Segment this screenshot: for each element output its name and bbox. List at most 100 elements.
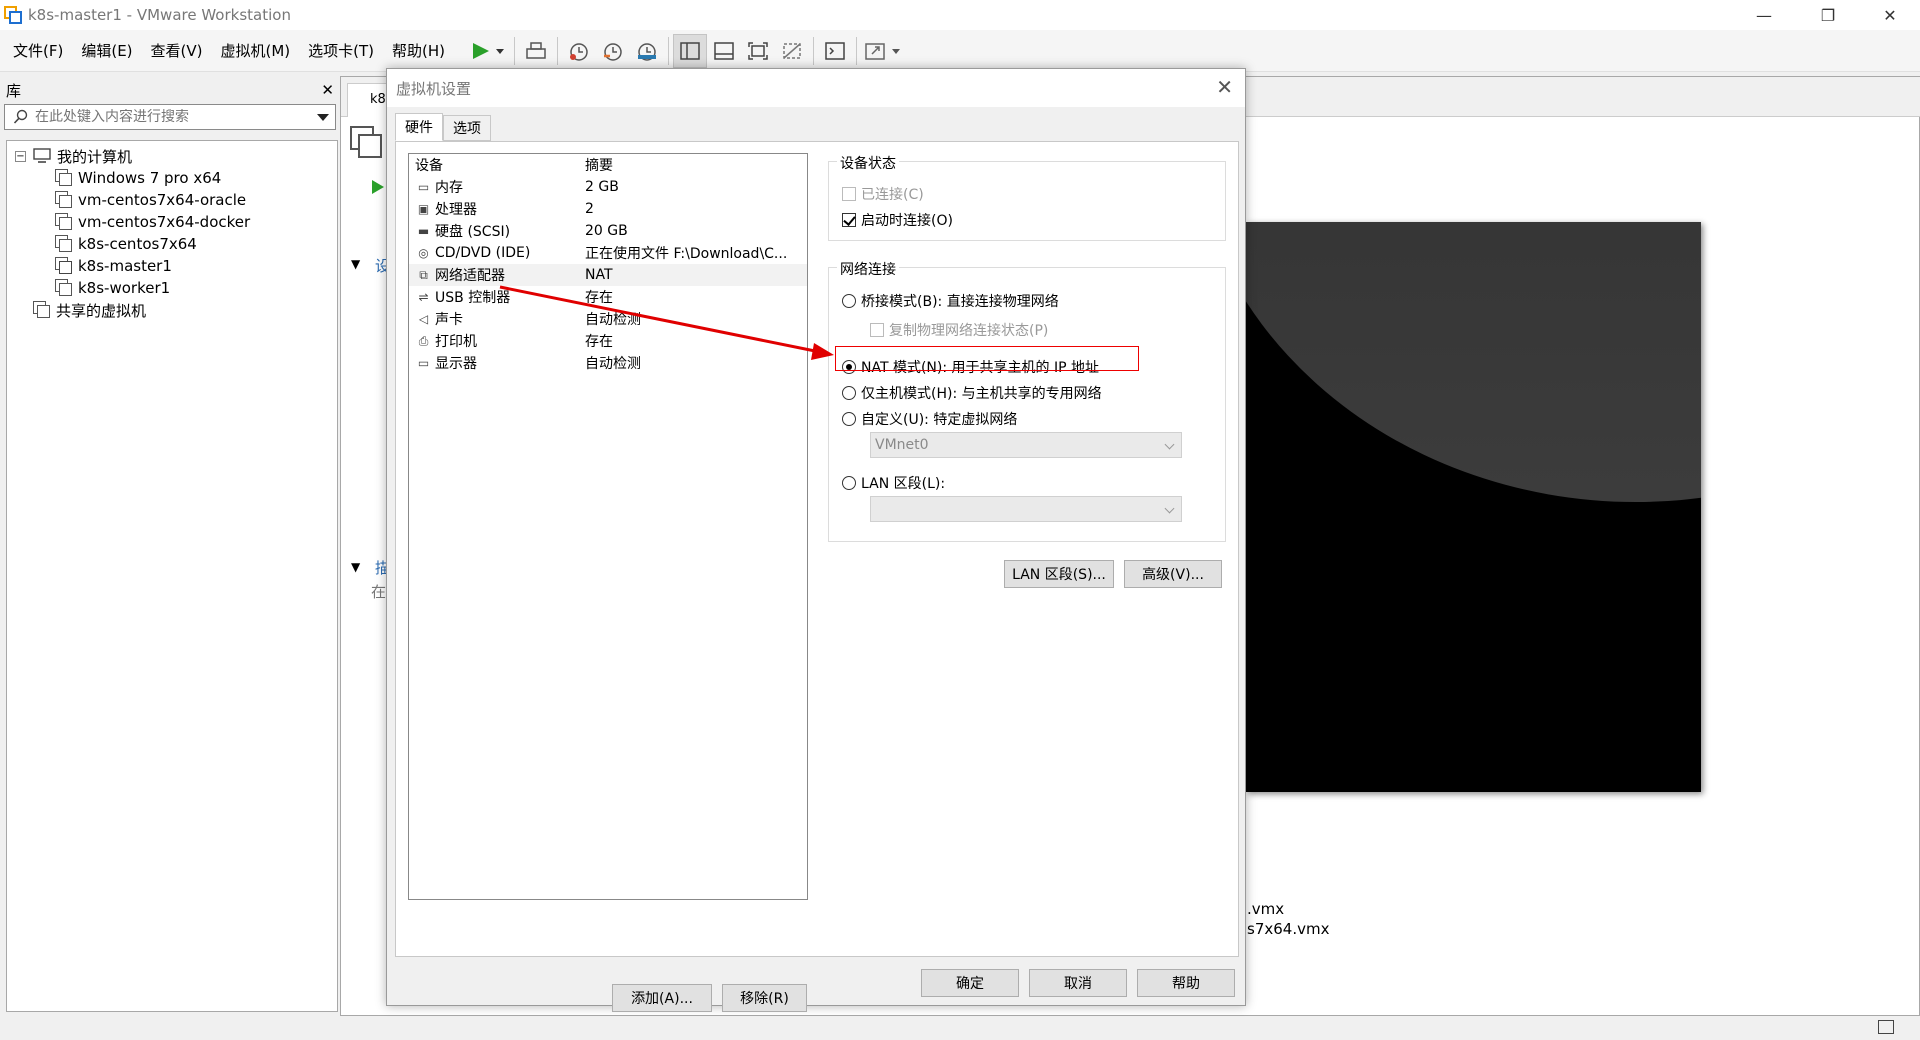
radio-unselected xyxy=(842,294,856,308)
column-device[interactable]: 设备 xyxy=(409,155,585,175)
add-hardware-button[interactable]: 添加(A)... xyxy=(612,984,712,1012)
menu-help[interactable]: 帮助(H) xyxy=(383,30,454,72)
menu-vm[interactable]: 虚拟机(M) xyxy=(212,30,300,72)
play-icon xyxy=(473,42,505,59)
menu-edit[interactable]: 编辑(E) xyxy=(72,30,141,72)
checkbox-unchecked xyxy=(870,323,884,337)
custom-network-select[interactable]: VMnet0 xyxy=(870,432,1182,458)
vm-icon xyxy=(55,279,73,297)
monitor-icon: ▭ xyxy=(417,356,430,370)
snapshot-icon xyxy=(570,42,588,61)
device-name: 显示器 xyxy=(435,356,477,372)
replicate-state-checkbox[interactable]: 复制物理网络连接状态(P) xyxy=(870,320,1048,340)
host-only-radio[interactable]: 仅主机模式(H): 与主机共享的专用网络 xyxy=(842,383,1102,403)
device-summary: 正在使用文件 F:\Download\C... xyxy=(585,246,788,262)
fullscreen-button[interactable] xyxy=(741,34,775,68)
advanced-button[interactable]: 高级(V)... xyxy=(1124,560,1222,588)
tree-node-vm[interactable]: Windows 7 pro x64 xyxy=(7,167,337,189)
lan-segment-select[interactable] xyxy=(870,496,1182,522)
tree-node-vm[interactable]: vm-centos7x64-oracle xyxy=(7,189,337,211)
vm-tab[interactable]: k8 xyxy=(347,83,387,117)
collapse-icon[interactable]: − xyxy=(15,150,26,162)
search-input[interactable] xyxy=(35,109,315,125)
connect-at-power-on-checkbox[interactable]: 启动时连接(O) xyxy=(842,210,953,230)
library-panel: 库 ✕ − 我的计算机 Windows 7 pro x64 vm-centos7… xyxy=(0,76,340,1016)
connected-checkbox[interactable]: 已连接(C) xyxy=(842,184,924,204)
device-list-header: 设备 摘要 xyxy=(409,154,807,176)
device-name: 网络适配器 xyxy=(435,268,505,284)
device-row[interactable]: ⇌ USB 控制器 存在 xyxy=(409,286,807,308)
keyboard-icon xyxy=(526,41,546,59)
stretch-guest-button[interactable] xyxy=(861,34,907,68)
dialog-tabs: 硬件 选项 xyxy=(395,113,491,141)
lan-segment-radio[interactable]: LAN 区段(L): xyxy=(842,473,945,493)
library-close-icon[interactable]: ✕ xyxy=(321,81,334,99)
minimize-icon[interactable]: — xyxy=(1736,0,1792,30)
tree-node-vm[interactable]: k8s-worker1 xyxy=(7,277,337,299)
status-bar xyxy=(0,1016,1920,1040)
device-row[interactable]: ⎙ 打印机 存在 xyxy=(409,330,807,352)
tree-node-vm[interactable]: k8s-centos7x64 xyxy=(7,233,337,255)
network-connection-label: 网络连接 xyxy=(837,259,899,279)
harddisk-icon: ▬ xyxy=(417,224,430,238)
message-log-icon[interactable] xyxy=(1878,1020,1894,1034)
config-file-line1: .vmx xyxy=(1247,900,1285,918)
radio-unselected xyxy=(842,412,856,426)
menu-view[interactable]: 查看(V) xyxy=(142,30,212,72)
section-collapse-icon[interactable]: ▼ xyxy=(351,560,360,574)
custom-network-radio[interactable]: 自定义(U): 特定虚拟网络 xyxy=(842,409,1017,429)
device-row[interactable]: ▣ 处理器 2 xyxy=(409,198,807,220)
hardware-tab-content: 设备 摘要 ▭ 内存 2 GB ▣ 处理器 2 ▬ 硬盘 (SCSI) 20 GB ◎ CD/DVD… xyxy=(395,141,1239,1012)
tree-node-label: 共享的虚拟机 xyxy=(56,301,147,320)
tree-node-label: vm-centos7x64-oracle xyxy=(78,191,247,209)
snapshot-manager-button[interactable] xyxy=(630,34,664,68)
column-summary[interactable]: 摘要 xyxy=(585,155,805,175)
show-library-button[interactable] xyxy=(673,33,708,68)
lan-segments-button[interactable]: LAN 区段(S)... xyxy=(1004,560,1114,588)
dialog-title: 虚拟机设置 xyxy=(396,79,472,98)
device-row[interactable]: ▭ 内存 2 GB xyxy=(409,176,807,198)
menu-tabs[interactable]: 选项卡(T) xyxy=(299,30,383,72)
section-collapse-icon[interactable]: ▼ xyxy=(351,257,360,271)
bridged-radio[interactable]: 桥接模式(B): 直接连接物理网络 xyxy=(842,291,1059,311)
restore-icon[interactable]: ❐ xyxy=(1800,0,1856,30)
device-row[interactable]: ◁ 声卡 自动检测 xyxy=(409,308,807,330)
ok-button[interactable]: 确定 xyxy=(921,969,1019,997)
snapshot-button[interactable] xyxy=(562,34,596,68)
search-dropdown-icon[interactable] xyxy=(317,114,329,121)
dialog-close-icon[interactable]: ✕ xyxy=(1216,76,1233,98)
revert-snapshot-button[interactable] xyxy=(596,34,630,68)
unity-button[interactable] xyxy=(775,34,809,68)
device-row[interactable]: ◎ CD/DVD (IDE) 正在使用文件 F:\Download\C... xyxy=(409,242,807,264)
device-row[interactable]: ⧉ 网络适配器 NAT xyxy=(409,264,807,286)
usb-icon: ⇌ xyxy=(418,290,429,304)
menu-file[interactable]: 文件(F) xyxy=(4,30,72,72)
config-file-line2: s7x64.vmx xyxy=(1247,920,1330,938)
tab-options[interactable]: 选项 xyxy=(443,115,491,141)
help-button[interactable]: 帮助 xyxy=(1137,969,1235,997)
tree-node-vm-selected[interactable]: k8s-master1 xyxy=(7,255,337,277)
computer-icon xyxy=(33,148,51,163)
tree-node-label: Windows 7 pro x64 xyxy=(78,169,222,187)
console-view-button[interactable] xyxy=(818,34,852,68)
power-on-button[interactable] xyxy=(466,34,510,68)
tree-node-vm[interactable]: vm-centos7x64-docker xyxy=(7,211,337,233)
send-ctrl-alt-del-button[interactable] xyxy=(519,34,553,68)
power-on-vm-icon[interactable] xyxy=(371,179,385,195)
revert-snapshot-icon xyxy=(604,42,622,61)
device-summary: 20 GB xyxy=(585,223,628,239)
checkbox-unchecked xyxy=(842,187,856,201)
tree-node-shared[interactable]: 共享的虚拟机 xyxy=(7,299,337,321)
close-icon[interactable]: ✕ xyxy=(1862,0,1918,30)
remove-hardware-button[interactable]: 移除(R) xyxy=(722,984,807,1012)
device-name: 处理器 xyxy=(435,202,477,218)
device-row[interactable]: ▭ 显示器 自动检测 xyxy=(409,352,807,374)
tree-node-my-computer[interactable]: − 我的计算机 xyxy=(7,145,337,167)
device-row[interactable]: ▬ 硬盘 (SCSI) 20 GB xyxy=(409,220,807,242)
thumbnail-bar-button[interactable] xyxy=(707,34,741,68)
cancel-button[interactable]: 取消 xyxy=(1029,969,1127,997)
vm-screen-preview[interactable] xyxy=(1246,222,1701,792)
tab-hardware[interactable]: 硬件 xyxy=(395,113,443,141)
device-summary: 自动检测 xyxy=(585,356,641,372)
library-search[interactable] xyxy=(4,104,336,130)
